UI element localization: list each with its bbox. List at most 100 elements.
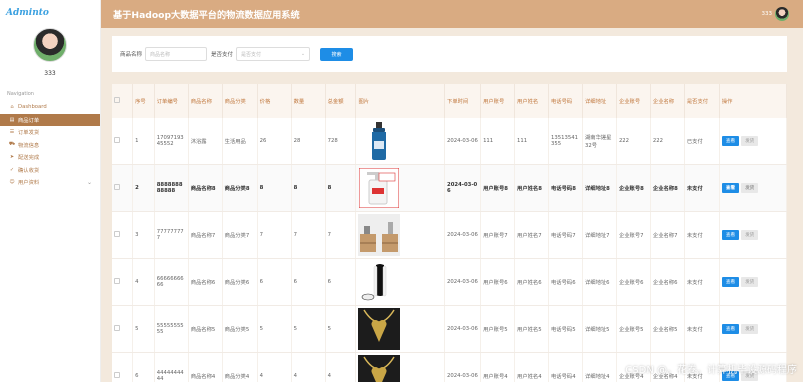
paid-status-select[interactable]: 是否支付 ⌄ xyxy=(236,47,311,61)
avatar[interactable] xyxy=(775,7,789,21)
sidebar-item[interactable]: ➤ 配送完成 xyxy=(0,151,100,164)
ship-button[interactable]: 发货 xyxy=(741,324,759,334)
column-header: 商品分类 xyxy=(222,84,258,118)
cell-phone: 电话号码4 xyxy=(548,352,583,382)
ship-button[interactable]: 发货 xyxy=(741,136,759,146)
column-header: 下单时间 xyxy=(444,84,482,118)
cell-order: 888888888888 xyxy=(154,164,189,212)
user-menu-name: 333 xyxy=(761,11,773,17)
table-row[interactable]: 1 1709719345552 沐浴露 生活用品 26 28 728 2024-03-06 11… xyxy=(112,118,787,165)
cell-total: 4 xyxy=(325,352,357,382)
cell-qty: 5 xyxy=(291,305,326,353)
product-image[interactable] xyxy=(358,120,400,162)
cell-price: 26 xyxy=(257,118,292,165)
cell-category: 商品分类7 xyxy=(222,211,258,259)
product-name-input[interactable]: 商品名称 xyxy=(145,47,208,61)
brand-logo[interactable]: Adminto xyxy=(0,0,100,26)
view-button[interactable]: 查看 xyxy=(721,277,740,287)
product-name-label: 商品名称 xyxy=(120,52,143,58)
cell-price: 5 xyxy=(257,305,292,353)
cell-time: 2024-03-06 xyxy=(444,164,482,212)
cell-account: 用户账号6 xyxy=(480,258,516,306)
row-checkbox[interactable] xyxy=(112,352,134,382)
ship-button[interactable]: 发货 xyxy=(741,277,759,287)
cell-uname: 用户姓名4 xyxy=(514,352,549,382)
user-menu[interactable]: 333 xyxy=(761,7,789,21)
send-icon: ➤ xyxy=(9,154,15,161)
cell-order: 5555555555 xyxy=(154,305,189,353)
product-image[interactable] xyxy=(358,308,401,350)
sidebar-item[interactable]: ☺ 用户资料 ⌄ xyxy=(0,176,100,189)
view-button[interactable]: 查看 xyxy=(721,183,740,193)
orders-table: 序号 订单编号 商品名称 商品分类 价格 数量 总金额 图片 下单时间 用户账号 用户姓名 电话号码详… xyxy=(112,84,787,382)
cell-category: 商品分类8 xyxy=(222,164,258,212)
cell-phone: 电话号码5 xyxy=(548,305,583,353)
cell-category: 商品分类4 xyxy=(222,352,258,382)
cell-phone: 电话号码7 xyxy=(548,211,583,259)
product-image[interactable] xyxy=(358,261,401,303)
table-row[interactable]: 4 6666666666 商品名称6 商品分类6 6 6 6 2024-03-06 用户账号6 用… xyxy=(112,258,787,306)
view-button[interactable]: 查看 xyxy=(721,230,740,240)
cell-price: 8 xyxy=(257,164,292,212)
column-header: 企业名称 xyxy=(650,84,685,118)
cell-total: 6 xyxy=(325,258,357,306)
cell-ent_account: 企业账号7 xyxy=(616,211,651,259)
table-row[interactable]: 5 5555555555 商品名称5 商品分类5 5 5 5 2024-03-06 用户账号5 用… xyxy=(112,305,787,353)
column-header: 序号 xyxy=(132,84,155,118)
row-checkbox[interactable] xyxy=(112,211,134,259)
column-header: 总金额 xyxy=(325,84,357,118)
ship-button[interactable]: 发货 xyxy=(741,183,759,193)
sidebar-item[interactable]: ⌂ Dashboard xyxy=(0,101,100,114)
cell-order: 6666666666 xyxy=(154,258,189,306)
row-actions: 查看 发货 xyxy=(719,305,787,353)
check-icon: ✓ xyxy=(9,166,15,173)
row-checkbox[interactable] xyxy=(112,258,134,306)
profile-username: 333 xyxy=(44,70,56,77)
cell-paid: 未支付 xyxy=(684,305,720,353)
list-icon: ☰ xyxy=(9,129,15,136)
nav-title: Navigation xyxy=(7,91,34,97)
row-checkbox[interactable] xyxy=(112,164,134,212)
product-image[interactable] xyxy=(358,214,401,256)
row-checkbox[interactable] xyxy=(112,118,134,165)
cell-category: 商品分类5 xyxy=(222,305,258,353)
paid-status-label: 是否支付 xyxy=(211,52,234,58)
sidebar-item[interactable]: ☰ 订单发货 xyxy=(0,126,100,139)
cell-uname: 用户姓名6 xyxy=(514,258,549,306)
cell-qty: 8 xyxy=(291,164,326,212)
cell-address: 详细地址6 xyxy=(582,258,617,306)
row-actions: 查看 发货 xyxy=(719,164,787,212)
sidebar-item[interactable]: ✓ 确认收货 xyxy=(0,164,100,177)
cell-idx: 6 xyxy=(132,352,155,382)
cell-time: 2024-03-06 xyxy=(444,211,482,259)
product-image[interactable] xyxy=(358,355,401,382)
view-button[interactable]: 查看 xyxy=(721,136,740,146)
cell-time: 2024-03-06 xyxy=(444,258,482,306)
select-all-checkbox[interactable] xyxy=(112,84,134,118)
view-button[interactable]: 查看 xyxy=(721,324,740,334)
ship-button[interactable]: 发货 xyxy=(741,230,759,240)
product-image[interactable] xyxy=(358,167,400,209)
cell-total: 5 xyxy=(325,305,357,353)
chevron-down-icon: ⌄ xyxy=(300,51,306,57)
cell-uname: 111 xyxy=(514,118,549,165)
column-header: 数量 xyxy=(291,84,326,118)
sidebar-item[interactable]: ▤ 商品订单 xyxy=(0,113,100,126)
column-header: 用户账号 xyxy=(480,84,516,118)
table-row[interactable]: 2 888888888888 商品名称8 商品分类8 8 8 8 2024-03-06 用户账号… xyxy=(112,164,787,212)
sidebar-item-label: 用户资料 xyxy=(18,180,40,187)
cell-address: 湖南华搓星32号 xyxy=(582,118,617,165)
sidebar-item[interactable]: ⛟ 物流信息 xyxy=(0,139,100,152)
chevron-down-icon: ⌄ xyxy=(86,178,92,186)
table-row[interactable]: 3 777777777 商品名称7 商品分类7 7 7 7 2024-03-06 用户账号7 用户… xyxy=(112,211,787,259)
cell-name: 商品名称8 xyxy=(188,164,223,212)
table-header: 序号 订单编号 商品名称 商品分类 价格 数量 总金额 图片 下单时间 用户账号 用户姓名 电话号码详… xyxy=(112,84,787,118)
cell-account: 用户账号8 xyxy=(480,164,516,212)
product-image-cell xyxy=(355,305,446,353)
sidebar-item-label: 物流信息 xyxy=(18,142,40,149)
avatar[interactable] xyxy=(33,28,67,62)
column-header: 订单编号 xyxy=(154,84,189,118)
cell-name: 商品名称6 xyxy=(188,258,223,306)
row-checkbox[interactable] xyxy=(112,305,134,353)
search-button[interactable]: 搜索 xyxy=(320,47,354,61)
